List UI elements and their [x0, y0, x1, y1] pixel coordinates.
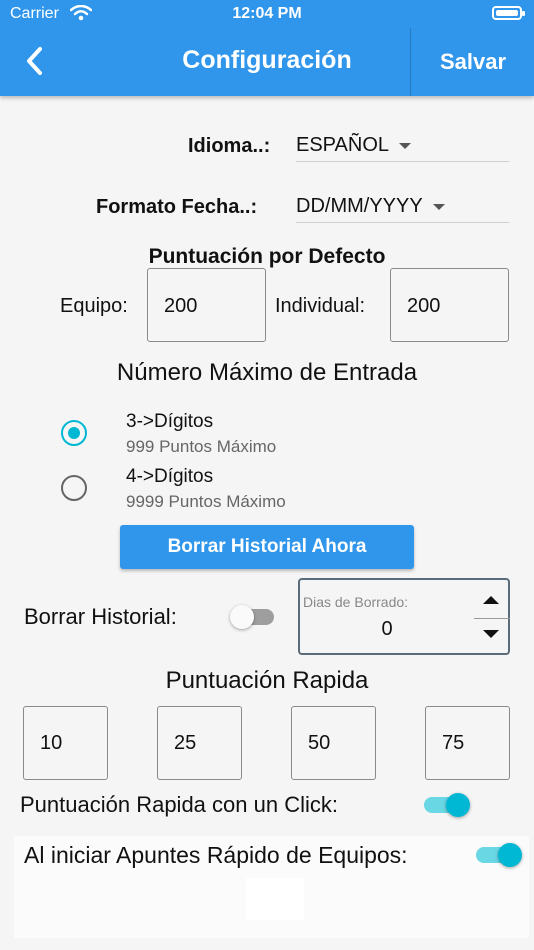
status-time: 12:04 PM — [232, 5, 302, 22]
caret-down-icon — [399, 142, 411, 149]
radio-4-digits-title: 4->Dígitos — [126, 466, 214, 487]
startup-toggle[interactable] — [476, 841, 524, 869]
save-button[interactable]: Salvar — [412, 28, 534, 96]
quick-score-input-3[interactable]: 50 — [291, 706, 376, 780]
radio-4-digits-subtitle: 9999 Puntos Máximo — [126, 492, 286, 511]
stepper-down-icon[interactable] — [483, 630, 499, 638]
default-score-title: Puntuación por Defecto — [148, 245, 386, 268]
radio-3-digits-title: 3->Dígitos — [126, 411, 214, 432]
delete-days-stepper[interactable]: Dias de Borrado: 0 — [298, 578, 510, 655]
battery-icon — [492, 6, 525, 20]
save-divider — [410, 28, 411, 96]
quick-score-input-1[interactable]: 10 — [23, 706, 108, 780]
one-click-label: Puntuación Rapida con un Click: — [20, 792, 338, 817]
language-value: ESPAÑOL — [296, 134, 389, 156]
quick-score-input-4[interactable]: 75 — [425, 706, 510, 780]
radio-4-digits[interactable] — [61, 475, 87, 501]
date-format-label: Formato Fecha..: — [96, 196, 258, 218]
team-score-label: Equipo: — [60, 295, 128, 317]
language-dropdown[interactable]: ESPAÑOL — [296, 130, 509, 162]
team-score-value: 200 — [164, 295, 198, 317]
stepper-separator — [474, 618, 510, 619]
language-label: Idioma..: — [188, 135, 271, 157]
startup-label: Al iniciar Apuntes Rápido de Equipos: — [24, 842, 408, 868]
quick-score-value: 50 — [308, 731, 331, 754]
clear-history-toggle[interactable] — [230, 604, 278, 630]
clear-history-label: Borrar Historial: — [24, 604, 177, 629]
radio-3-digits-subtitle: 999 Puntos Máximo — [126, 437, 277, 456]
delete-days-value: 0 — [381, 618, 393, 640]
individual-score-label: Individual: — [275, 295, 366, 317]
quick-score-title: Puntuación Rapida — [165, 667, 369, 694]
quick-score-value: 25 — [174, 731, 197, 754]
status-bar: Carrier 12:04 PM — [0, 0, 534, 28]
team-score-input[interactable]: 200 — [147, 268, 266, 342]
placeholder-box — [246, 878, 304, 920]
app-bar: Carrier 12:04 PM Configuración Salvar — [0, 0, 534, 96]
delete-days-label: Dias de Borrado: — [303, 594, 409, 610]
individual-score-input[interactable]: 200 — [390, 268, 509, 342]
quick-score-value: 10 — [40, 731, 63, 754]
radio-3-digits[interactable] — [61, 420, 87, 446]
date-format-value: DD/MM/YYYY — [296, 195, 423, 217]
clear-history-now-button[interactable]: Borrar Historial Ahora — [120, 525, 414, 569]
individual-score-value: 200 — [407, 295, 441, 317]
quick-score-value: 75 — [442, 731, 465, 754]
quick-score-input-2[interactable]: 25 — [157, 706, 242, 780]
one-click-toggle[interactable] — [424, 791, 472, 819]
caret-down-icon — [432, 203, 445, 210]
stepper-up-icon[interactable] — [483, 596, 499, 604]
date-format-dropdown[interactable]: DD/MM/YYYY — [296, 191, 509, 223]
max-entry-title: Número Máximo de Entrada — [116, 359, 418, 386]
